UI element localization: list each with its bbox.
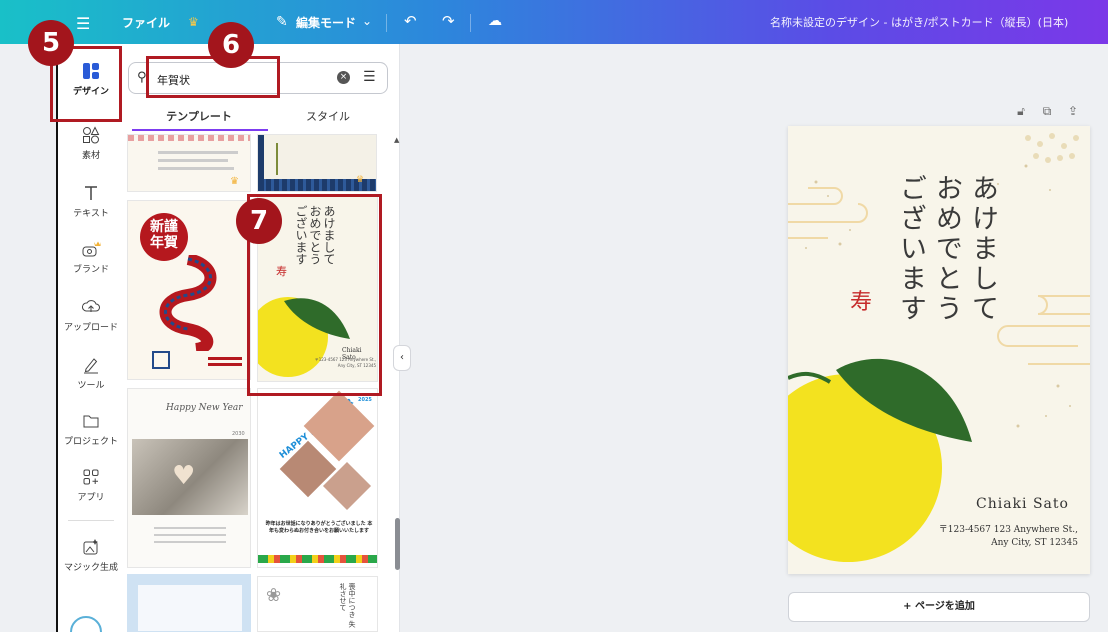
rail-item-tools[interactable]: ツール: [58, 356, 124, 391]
rail-divider: [68, 520, 114, 521]
text-lines: [158, 151, 238, 154]
paper-area: [138, 585, 242, 631]
thumb-year: 2025: [358, 397, 372, 403]
highlight-box-search: [146, 56, 280, 98]
rail-item-brand[interactable]: ブランド: [58, 240, 124, 275]
panel-scrollbar[interactable]: [395, 518, 400, 570]
logo-mark: [152, 351, 170, 369]
step-badge-5: 5: [28, 20, 74, 66]
toolbar-divider: [470, 14, 471, 32]
heart-icon: ♥: [172, 461, 196, 491]
step-badge-7: 7: [236, 198, 282, 244]
folder-icon: [83, 415, 99, 428]
greeting-vertical-text[interactable]: あけまして おめでとう ございます: [892, 174, 1000, 374]
tartan-border: [258, 135, 264, 191]
rail-item-elements[interactable]: 素材: [58, 126, 124, 161]
text-lines: [158, 167, 234, 170]
message-lines: [154, 527, 226, 529]
duplicate-icon[interactable]: ⧉: [1040, 104, 1054, 118]
rail-label: アップロード: [63, 323, 118, 333]
apps-icon: [83, 469, 99, 485]
template-thumbnail-snake[interactable]: 新謹 年賀: [127, 200, 251, 380]
rail-label: マジック生成: [63, 563, 118, 573]
menu-icon[interactable]: ☰: [76, 16, 90, 32]
redo-icon[interactable]: ↷: [442, 14, 455, 29]
chevron-down-icon[interactable]: ⌄: [362, 15, 372, 27]
crown-icon: ♛: [188, 15, 199, 29]
border-pattern: [128, 135, 250, 141]
add-page-button[interactable]: + ページを追加: [788, 592, 1090, 622]
template-thumbnail-mourning[interactable]: ❀ 喪中につき 失礼させて: [257, 576, 378, 632]
rail-label: 素材: [81, 151, 100, 161]
tab-styles[interactable]: スタイル: [268, 108, 388, 124]
crown-icon: ♛: [356, 175, 365, 185]
sender-name[interactable]: Chiaki Sato: [976, 496, 1069, 512]
template-thumbnail-photo[interactable]: HAPPY NEW YEAR 2025 昨年はお世話になりありがとうございました…: [257, 388, 378, 568]
decorative-stripe: [258, 555, 377, 563]
template-thumbnail[interactable]: ♛: [257, 134, 377, 192]
filter-icon[interactable]: ☰: [363, 69, 376, 85]
rail-item-projects[interactable]: プロジェクト: [58, 412, 124, 447]
active-tab-indicator: [132, 129, 268, 131]
photo-placeholder: ♥: [132, 439, 248, 515]
message-lines: [208, 357, 242, 360]
lock-icon[interactable]: 🔓︎: [1014, 104, 1028, 118]
text-lines: [158, 159, 228, 162]
thumb-message: 昨年はお世話になりありがとうございました 本年も変わらぬお付き合いをお願いいたし…: [265, 521, 373, 534]
scroll-up-arrow[interactable]: ▲: [394, 136, 400, 144]
file-menu[interactable]: ファイル: [122, 17, 170, 29]
left-rail: デザイン 素材 テキスト ブランド アップロード ツール プロジェクト アプリ …: [56, 44, 122, 632]
thumb-title: Happy New Year: [166, 403, 243, 413]
message-lines: [208, 363, 242, 366]
kotobuki-character[interactable]: 寿: [850, 284, 872, 316]
help-button[interactable]: [70, 616, 102, 632]
crown-icon: ♛: [230, 176, 239, 187]
undo-icon[interactable]: ↶: [404, 14, 417, 29]
add-page-icon[interactable]: ⇪: [1066, 104, 1080, 118]
rail-label: ツール: [77, 381, 105, 391]
message-lines: [154, 534, 226, 536]
toolbar-divider: [386, 14, 387, 32]
upload-icon: [82, 300, 100, 312]
tools-icon: [84, 358, 98, 374]
message-lines: [154, 541, 226, 543]
mourning-text: 喪中につき 失礼させて: [339, 583, 356, 628]
sender-address[interactable]: 〒123-4567 123 Anywhere St., Any City, ST …: [908, 524, 1078, 550]
design-canvas[interactable]: あけまして おめでとう ございます 寿 Chiaki Sato 〒123-4567 …: [788, 126, 1090, 574]
template-thumbnail[interactable]: [127, 574, 251, 632]
rail-label: プロジェクト: [63, 437, 118, 447]
clear-search-icon[interactable]: ×: [337, 71, 350, 84]
thumb-year: 2030: [232, 431, 245, 437]
rail-label: アプリ: [77, 493, 105, 503]
chevron-left-icon: ‹: [400, 352, 404, 363]
rail-item-apps[interactable]: アプリ: [58, 468, 124, 503]
magic-icon: [83, 539, 98, 555]
snake-illustration: [159, 255, 217, 351]
rail-label: ブランド: [72, 265, 109, 275]
rail-label: テキスト: [73, 209, 109, 219]
rail-item-text[interactable]: テキスト: [58, 184, 124, 219]
template-thumbnail-wedding[interactable]: Happy New Year 2030 ♥: [127, 388, 251, 568]
edit-mode-button[interactable]: 編集モード: [296, 17, 356, 29]
step-badge-6: 6: [208, 22, 254, 68]
document-title[interactable]: 名称未設定のデザイン - はがき/ポストカード（縦長）(日本): [770, 17, 1068, 28]
rail-item-upload[interactable]: アップロード: [58, 298, 124, 333]
top-toolbar: ☰ ファイル ♛ ✎ 編集モード ⌄ ↶ ↷ ☁ 名称未設定のデザイン - はが…: [0, 0, 1108, 44]
kinga-text: 新謹 年賀: [150, 219, 178, 251]
text-icon: [85, 186, 97, 200]
pencil-icon: ✎: [276, 14, 288, 30]
flower-icon: ❀: [266, 585, 282, 606]
brand-icon: [82, 241, 101, 257]
plant-illustration: [276, 143, 278, 175]
elements-icon: [83, 126, 100, 144]
collapse-panel-button[interactable]: ‹: [393, 345, 411, 371]
rail-item-magic[interactable]: マジック生成: [58, 538, 124, 573]
tab-templates[interactable]: テンプレート: [132, 108, 266, 124]
cloud-saved-icon[interactable]: ☁: [488, 14, 502, 28]
